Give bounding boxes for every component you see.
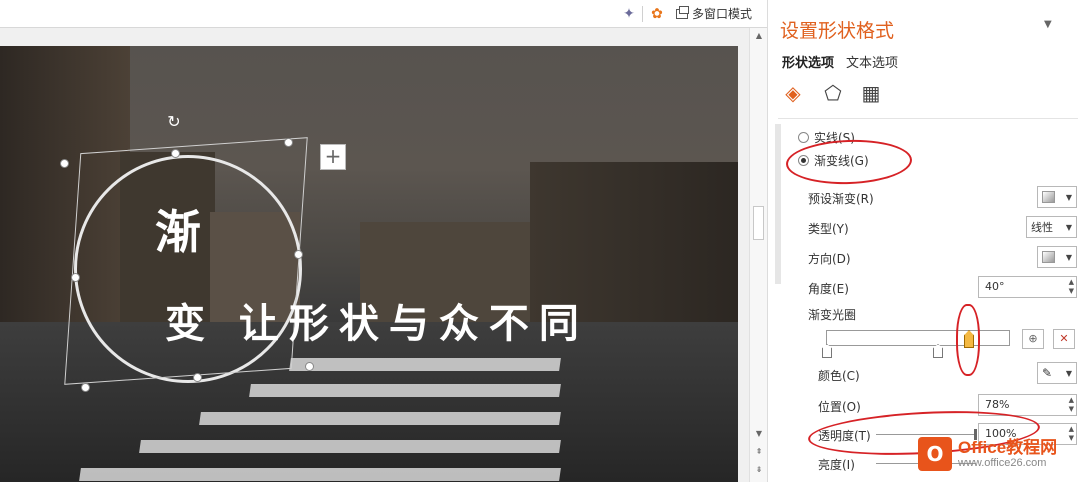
page-down-icon[interactable]: ⇟: [753, 464, 765, 476]
watermark-main: Office教程网: [958, 437, 1058, 457]
crosswalk-stripe: [79, 468, 561, 481]
gradient-stops-bar[interactable]: [826, 330, 1010, 346]
slide-heading-text[interactable]: 渐: [155, 196, 205, 262]
gradient-swatch: [1042, 191, 1055, 203]
remove-gradient-stop-button[interactable]: ✕: [1053, 329, 1075, 349]
toolbar-separator: [642, 6, 643, 22]
resize-handle[interactable]: [294, 250, 303, 259]
gear-icon[interactable]: ✿: [648, 5, 666, 23]
panel-scrollbar-thumb[interactable]: [775, 124, 781, 284]
resize-handle[interactable]: [305, 362, 314, 371]
pen-icon: ✎: [1042, 366, 1053, 380]
position-value: 78%: [985, 398, 1010, 411]
resize-handle[interactable]: [284, 138, 293, 147]
effects-icon[interactable]: ⬠: [820, 80, 846, 106]
size-properties-icon[interactable]: ▦: [858, 80, 884, 106]
slide-subtitle-text[interactable]: 变 让形状与众不同: [165, 291, 589, 349]
slide-editor: ✦ ✿ 多窗口模式 ↻ + 渐 变 让形状与众不同 ▲ ▼ ⇞ ⇟: [0, 0, 767, 482]
crosswalk-stripe: [249, 384, 561, 397]
chevron-down-icon: ▼: [1065, 192, 1072, 202]
tab-shape-options[interactable]: 形状选项: [782, 52, 834, 71]
page-up-icon[interactable]: ⇞: [753, 446, 765, 458]
multi-window-label: 多窗口模式: [692, 7, 753, 21]
slide-canvas[interactable]: ↻ + 渐 变 让形状与众不同: [0, 46, 738, 482]
preset-gradient-label: 预设渐变(R): [808, 192, 874, 206]
window-icon: [676, 5, 689, 19]
scroll-up-icon[interactable]: ▲: [753, 30, 765, 42]
multi-window-button[interactable]: 多窗口模式: [676, 5, 752, 22]
direction-swatch: [1042, 251, 1055, 263]
top-toolbar: ✦ ✿ 多窗口模式: [0, 0, 767, 28]
gradient-stops-label: 渐变光圈: [808, 308, 857, 322]
position-input[interactable]: 78% ▲ ▼: [978, 394, 1077, 416]
type-label: 类型(Y): [808, 222, 849, 236]
resize-handle[interactable]: [193, 373, 202, 382]
pin-icon[interactable]: ✦: [620, 5, 638, 23]
watermark-url: www.office26.com: [958, 457, 1047, 470]
spinner-arrows-icon[interactable]: ▲ ▼: [1069, 396, 1074, 414]
gradient-stop[interactable]: [933, 344, 943, 358]
type-dropdown[interactable]: 线性 ▼: [1026, 216, 1077, 238]
panel-title: 设置形状格式: [780, 20, 895, 42]
office-logo-icon: O: [918, 437, 952, 471]
gradient-line-radio[interactable]: [798, 155, 809, 166]
resize-handle[interactable]: [81, 383, 90, 392]
spinner-arrows-icon[interactable]: ▲ ▼: [1069, 278, 1074, 296]
add-gradient-stop-button[interactable]: ⊕: [1022, 329, 1044, 349]
chevron-down-icon: ▼: [1065, 222, 1072, 232]
direction-label: 方向(D): [808, 252, 851, 266]
layout-options-button[interactable]: +: [320, 144, 346, 170]
chevron-down-icon: ▼: [1065, 252, 1072, 262]
gradient-line-label: 渐变线(G): [814, 154, 869, 168]
brightness-label: 亮度(I): [818, 458, 855, 472]
solid-line-option[interactable]: 实线(S): [798, 129, 855, 146]
scroll-down-icon[interactable]: ▼: [753, 428, 765, 440]
crosswalk-stripe: [199, 412, 561, 425]
watermark: O Office教程网 www.office26.com: [918, 430, 1080, 478]
scrollbar-thumb[interactable]: [753, 206, 764, 240]
watermark-text: Office教程网 www.office26.com: [958, 437, 1058, 470]
preset-gradient-dropdown[interactable]: ▼: [1037, 186, 1077, 208]
editor-scrollbar[interactable]: ▲ ▼ ⇞ ⇟: [749, 28, 767, 482]
panel-scrollbar[interactable]: [775, 122, 783, 482]
divider: [778, 118, 1078, 119]
format-shape-panel: 设置形状格式 ▼ 形状选项 文本选项 ◈ ⬠ ▦ 实线(S) 渐变线(G) 预设…: [767, 0, 1080, 482]
tab-text-options[interactable]: 文本选项: [846, 52, 898, 71]
rotate-handle-icon[interactable]: ↻: [165, 113, 183, 131]
gradient-line-option[interactable]: 渐变线(G): [798, 152, 869, 169]
resize-handle[interactable]: [60, 159, 69, 168]
crosswalk-stripe: [289, 358, 561, 371]
solid-line-label: 实线(S): [814, 131, 855, 145]
resize-handle[interactable]: [71, 273, 80, 282]
transparency-label: 透明度(T): [818, 429, 871, 443]
angle-value: 40°: [985, 280, 1005, 293]
angle-input[interactable]: 40° ▲ ▼: [978, 276, 1077, 298]
fill-line-icon[interactable]: ◈: [780, 80, 806, 106]
gradient-stop[interactable]: [822, 344, 832, 358]
solid-line-radio[interactable]: [798, 132, 809, 143]
color-dropdown[interactable]: ✎ ▼: [1037, 362, 1077, 384]
color-label: 颜色(C): [818, 369, 860, 383]
crosswalk-stripe: [139, 440, 561, 453]
chevron-down-icon: ▼: [1065, 368, 1072, 378]
position-label: 位置(O): [818, 400, 861, 414]
type-value: 线性: [1031, 221, 1053, 234]
resize-handle[interactable]: [171, 149, 180, 158]
angle-label: 角度(E): [808, 282, 849, 296]
direction-dropdown[interactable]: ▼: [1037, 246, 1077, 268]
panel-menu-chevron-icon[interactable]: ▼: [1044, 19, 1052, 30]
